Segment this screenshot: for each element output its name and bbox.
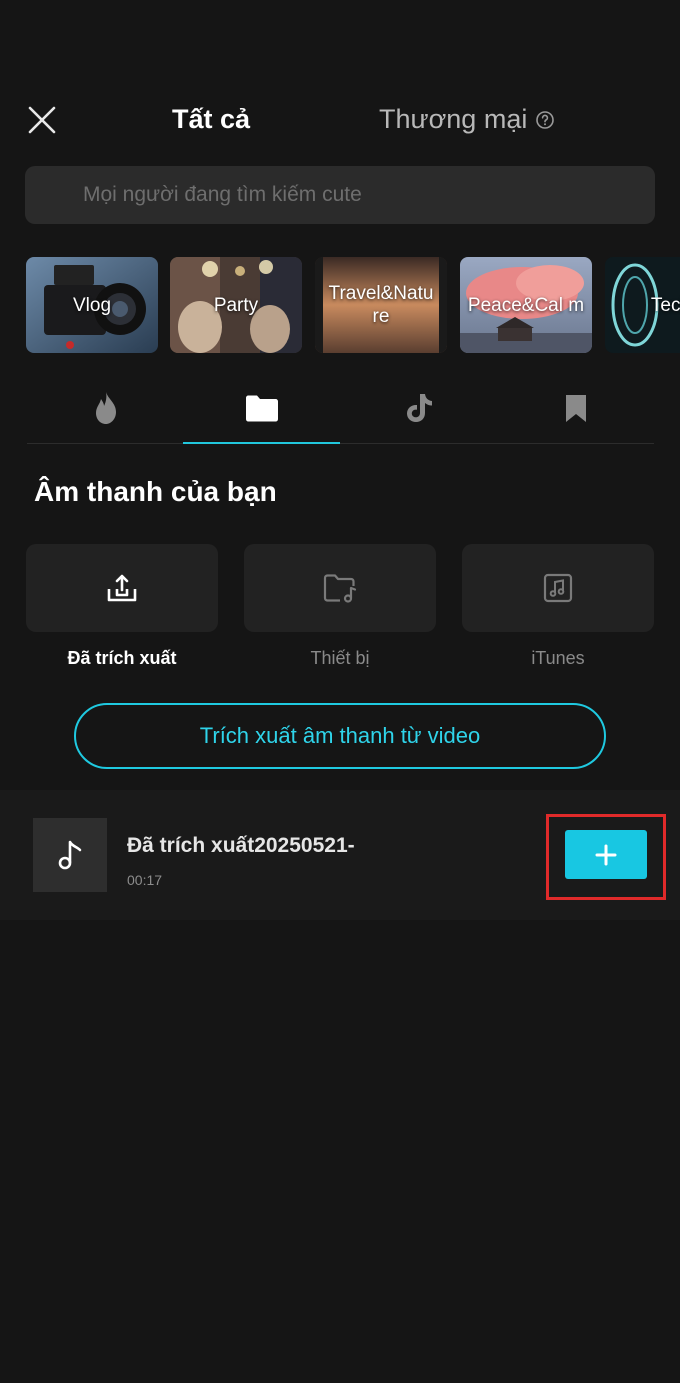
search-bar[interactable] — [25, 166, 655, 224]
tab-tiktok[interactable] — [340, 372, 497, 444]
tab-commercial-label: Thương mại — [379, 104, 528, 134]
source-extracted[interactable]: Đã trích xuất — [26, 544, 218, 669]
close-button[interactable] — [24, 102, 60, 138]
extract-icon — [107, 574, 137, 602]
tab-commercial[interactable]: Thương mại — [379, 104, 555, 135]
category-label: Vlog — [72, 294, 112, 316]
source-extracted-tile[interactable] — [26, 544, 218, 632]
category-label: Party — [213, 294, 259, 316]
section-title: Âm thanh của bạn — [34, 476, 277, 507]
tab-trending[interactable] — [27, 372, 184, 444]
folder-music-icon — [323, 574, 357, 603]
search-input[interactable] — [25, 166, 655, 224]
header: Tất cả Thương mại — [0, 90, 680, 150]
help-icon[interactable] — [535, 110, 555, 130]
category-tech[interactable]: Tech — [605, 257, 680, 353]
category-party[interactable]: Party — [170, 257, 302, 353]
track-list: Đã trích xuất20250521- 00:17 — [0, 790, 680, 920]
track-title[interactable]: Đã trích xuất20250521- — [127, 834, 355, 858]
category-carousel[interactable]: Vlog Party Travel&Natu re Peace&Cal m Te… — [0, 257, 680, 353]
source-extracted-label: Đã trích xuất — [67, 648, 177, 668]
track-duration: 00:17 — [127, 872, 163, 888]
category-label: Peace&Cal m — [467, 294, 585, 316]
fire-icon — [95, 392, 116, 424]
plus-icon — [595, 844, 617, 865]
music-note-icon — [58, 840, 82, 870]
source-device-tile[interactable] — [244, 544, 436, 632]
category-vlog[interactable]: Vlog — [26, 257, 158, 353]
tab-your-sounds[interactable] — [183, 372, 340, 444]
track-thumbnail[interactable] — [33, 818, 107, 892]
source-device-label: Thiết bị — [310, 648, 370, 668]
library-tabs — [27, 372, 654, 444]
category-peace-calm[interactable]: Peace&Cal m — [460, 257, 592, 353]
source-itunes[interactable]: iTunes — [462, 544, 654, 669]
active-tab-indicator — [183, 442, 340, 444]
add-track-button[interactable] — [565, 830, 647, 879]
source-device[interactable]: Thiết bị — [244, 544, 436, 669]
folder-icon — [245, 395, 278, 422]
tab-saved[interactable] — [497, 372, 654, 444]
category-label: Travel&Natu re — [328, 283, 434, 327]
category-label: Tech — [650, 294, 680, 316]
source-itunes-tile[interactable] — [462, 544, 654, 632]
source-itunes-label: iTunes — [531, 648, 585, 668]
music-file-icon — [543, 573, 573, 603]
category-travel-nature[interactable]: Travel&Natu re — [315, 257, 447, 353]
bookmark-icon — [565, 395, 586, 422]
extract-audio-button[interactable]: Trích xuất âm thanh từ video — [74, 703, 606, 769]
tab-all[interactable]: Tất cả — [172, 104, 250, 135]
tiktok-icon — [406, 394, 432, 422]
close-icon — [28, 106, 56, 134]
